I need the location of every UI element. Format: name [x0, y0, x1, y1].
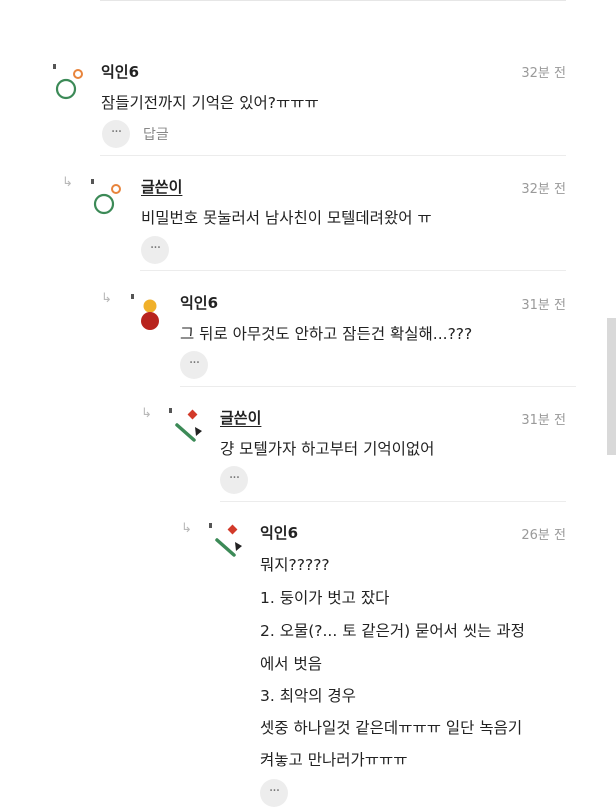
comment-text-line: 에서 벗음	[260, 655, 322, 673]
comment-time: 26분 전	[521, 528, 566, 543]
comment-text-line: 뭐지?????	[260, 556, 330, 574]
comment-text-line: 1. 둥이가 벗고 잤다	[260, 589, 390, 607]
comment-text-line: 셋중 하나일것 같은데ㅠㅠㅠ 일단 녹음기	[260, 719, 523, 737]
comment-text-line: 2. 오물(?... 토 같은거) 묻어서 씻는 과정	[260, 622, 525, 640]
avatar-circles-icon	[53, 64, 83, 100]
comment-time: 31분 전	[521, 298, 566, 313]
more-options-button[interactable]: ···	[102, 120, 130, 148]
comment-author[interactable]: 익인6	[180, 292, 218, 313]
reply-link[interactable]: 답글	[143, 124, 169, 144]
more-options-button[interactable]: ···	[141, 236, 169, 264]
top-divider	[100, 0, 566, 1]
comment-text: 그 뒤로 아무것도 안하고 잠든건 확실해...???	[180, 325, 473, 343]
divider	[100, 155, 566, 156]
avatar-circles-icon	[91, 179, 121, 215]
comment-text-line: 켜놓고 만나러가ㅠㅠㅠ	[260, 751, 408, 769]
comment-author[interactable]: 글쓴이	[141, 176, 182, 197]
comment-time: 32분 전	[521, 66, 566, 81]
more-options-button[interactable]: ···	[180, 351, 208, 379]
reply-arrow-icon: ↳	[181, 521, 192, 536]
avatar-diamond-icon	[169, 408, 202, 442]
avatar-dots-icon	[131, 294, 159, 330]
divider	[140, 270, 566, 271]
more-options-button[interactable]: ···	[220, 466, 248, 494]
comment-time: 32분 전	[521, 182, 566, 197]
divider	[180, 386, 576, 387]
reply-arrow-icon: ↳	[62, 175, 73, 190]
comment-text: 잠들기전까지 기억은 있어?ㅠㅠㅠ	[101, 94, 319, 112]
divider	[220, 501, 566, 502]
comment-time: 31분 전	[521, 413, 566, 428]
reply-arrow-icon: ↳	[101, 291, 112, 306]
avatar-diamond-icon	[209, 523, 242, 557]
comment-text-line: 3. 최악의 경우	[260, 687, 356, 705]
reply-arrow-icon: ↳	[141, 406, 152, 421]
comment-author[interactable]: 익인6	[260, 522, 298, 543]
scrollbar[interactable]	[607, 318, 616, 455]
comment-author[interactable]: 익인6	[101, 61, 139, 82]
comment-text: 비밀번호 못눌러서 남사친이 모텔데려왔어 ㅠ	[141, 209, 432, 227]
comment-author[interactable]: 글쓴이	[220, 407, 261, 428]
comment-text: 걍 모텔가자 하고부터 기억이없어	[220, 440, 435, 458]
more-options-button[interactable]: ···	[260, 779, 288, 807]
